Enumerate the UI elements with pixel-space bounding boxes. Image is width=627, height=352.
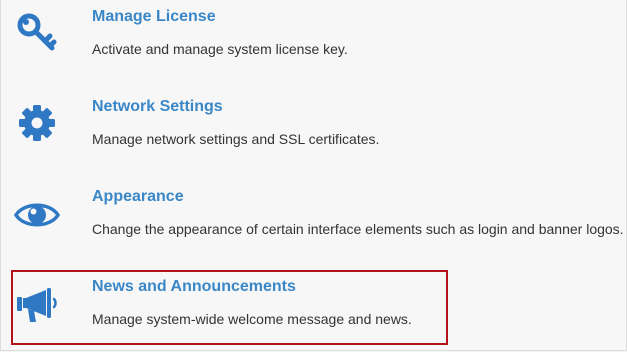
- settings-item-news-and-announcements[interactable]: News and Announcements Manage system-wid…: [0, 270, 627, 350]
- gear-icon: [14, 100, 60, 146]
- news-and-announcements-description: Manage system-wide welcome message and n…: [92, 311, 412, 327]
- appearance-description: Change the appearance of certain interfa…: [92, 221, 624, 237]
- network-settings-link[interactable]: Network Settings: [92, 98, 223, 116]
- manage-license-link[interactable]: Manage License: [92, 8, 216, 26]
- settings-item-appearance[interactable]: Appearance Change the appearance of cert…: [0, 180, 627, 260]
- news-and-announcements-link[interactable]: News and Announcements: [92, 278, 296, 296]
- megaphone-icon: [14, 280, 60, 326]
- manage-license-description: Activate and manage system license key.: [92, 41, 348, 57]
- eye-icon: [14, 190, 60, 236]
- settings-item-network-settings[interactable]: Network Settings Manage network settings…: [0, 90, 627, 170]
- network-settings-description: Manage network settings and SSL certific…: [92, 131, 380, 147]
- key-icon: [14, 10, 60, 56]
- appearance-link[interactable]: Appearance: [92, 188, 184, 206]
- settings-item-manage-license[interactable]: Manage License Activate and manage syste…: [0, 0, 627, 80]
